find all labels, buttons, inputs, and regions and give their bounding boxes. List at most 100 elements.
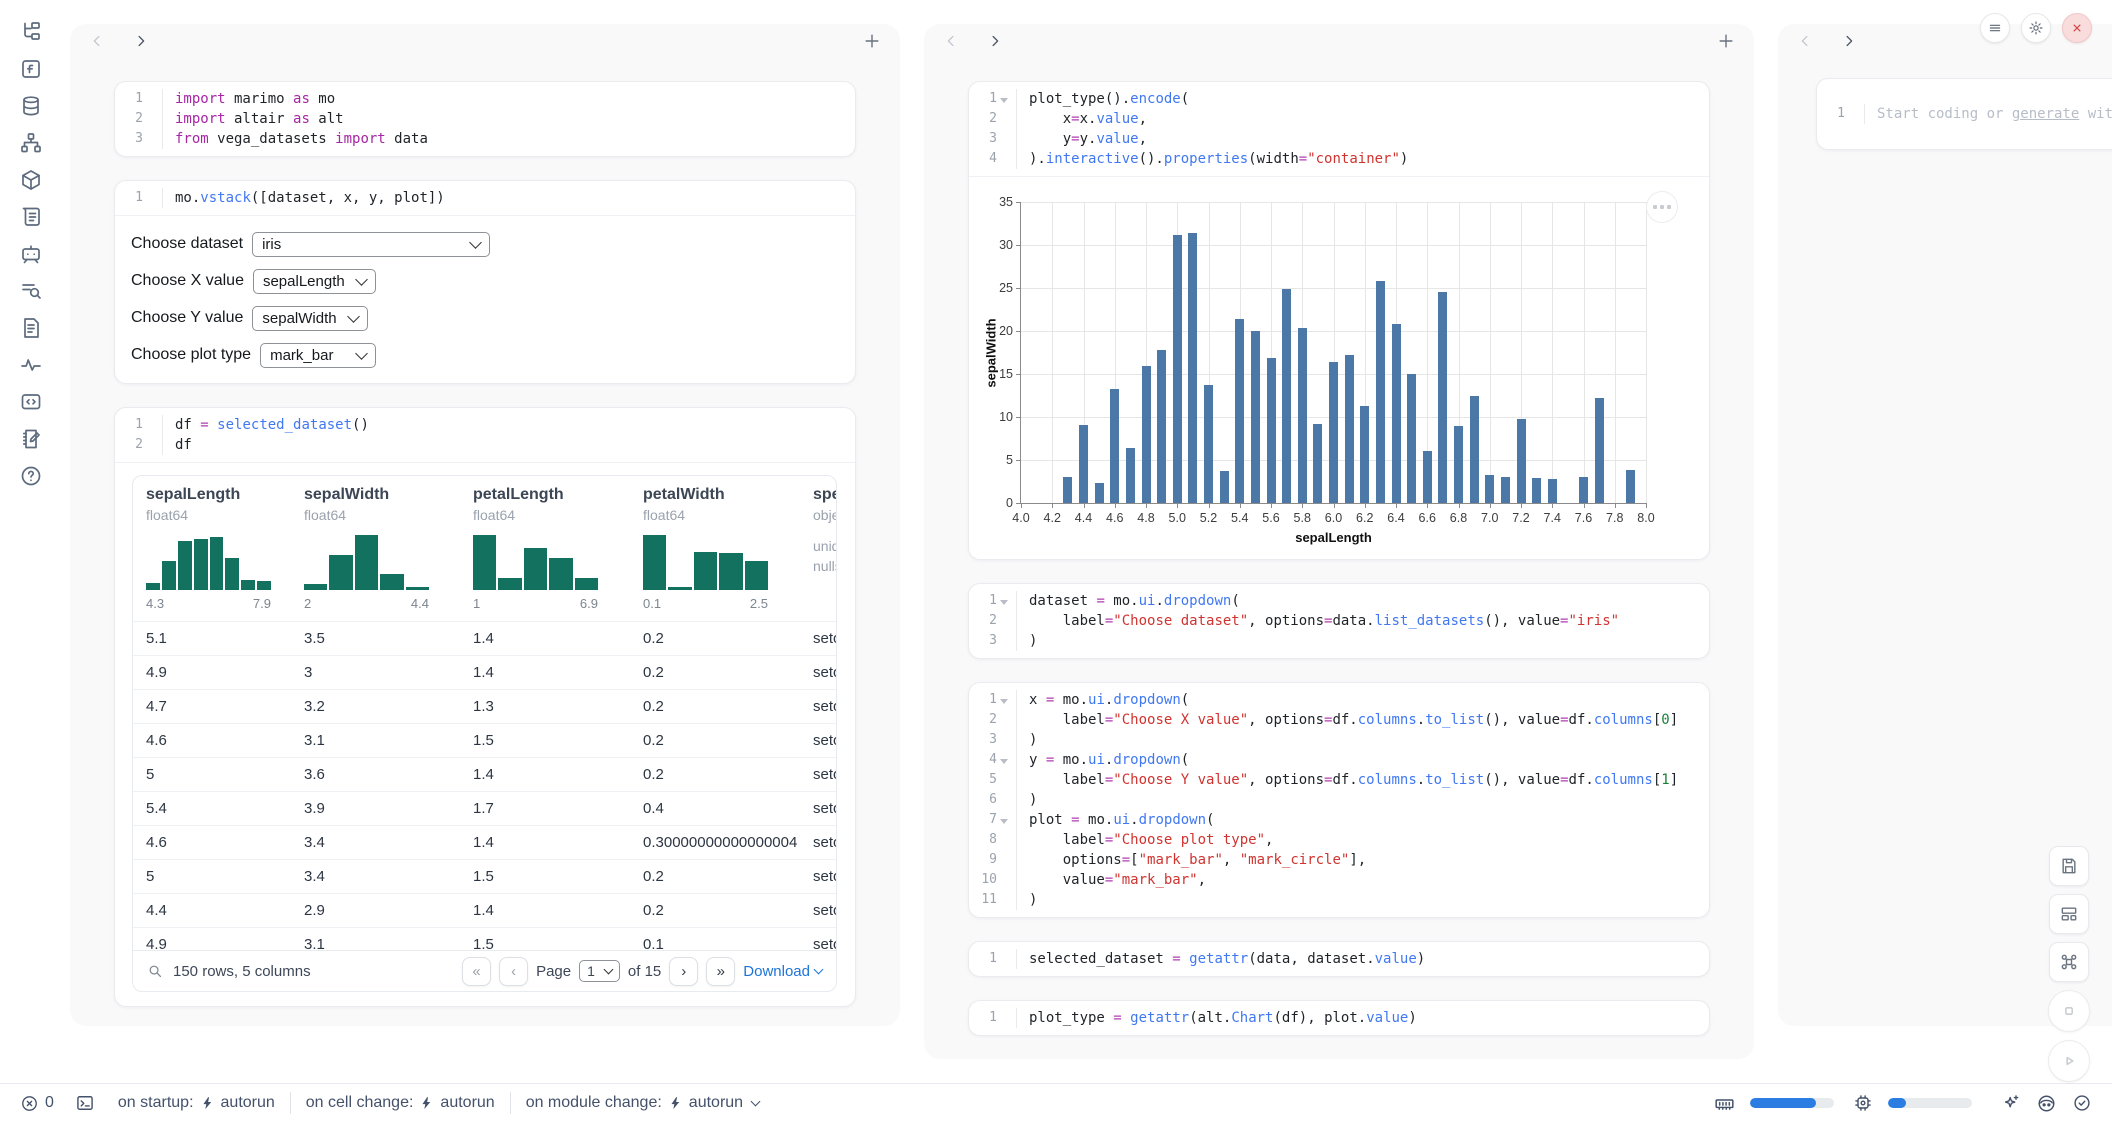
code-line[interactable]: 2df [115,435,855,455]
logs-icon[interactable] [19,279,43,303]
save-icon[interactable] [2049,846,2089,886]
code-line[interactable]: 2import altair as alt [115,109,855,129]
cell-plot[interactable]: 1plot_type().encode(2 x=x.value,3 y=y.va… [968,81,1710,560]
cell-dataset-dropdown[interactable]: 1dataset = mo.ui.dropdown(2 label="Choos… [968,583,1710,659]
cell-imports[interactable]: 1import marimo as mo2import altair as al… [114,81,856,157]
gear-icon[interactable] [2021,13,2051,43]
package-icon[interactable] [19,168,43,192]
column-next-icon[interactable] [1840,32,1858,50]
cell-vstack[interactable]: 1mo.vstack([dataset, x, y, plot]) Choose… [114,180,856,384]
code-line[interactable]: 5 label="Choose Y value", options=df.col… [969,770,1709,790]
line-number: 2 [115,109,143,129]
chart-output[interactable]: sepalWidth sepalLength 051015202530354.0… [969,177,1709,559]
documentation-icon[interactable] [19,316,43,340]
code-line[interactable]: 1mo.vstack([dataset, x, y, plot]) [115,188,855,208]
copilot-icon[interactable] [2036,1093,2057,1114]
run-icon[interactable] [2048,1040,2090,1082]
last-page-button[interactable]: » [706,957,735,986]
code-line[interactable]: 1import marimo as mo [115,89,855,109]
code-line[interactable]: 1x = mo.ui.dropdown( [969,690,1709,710]
error-count-indicator[interactable]: 0 [20,1094,54,1113]
dependency-graph-icon[interactable] [19,131,43,155]
keyboard-shortcuts-icon[interactable] [2049,942,2089,982]
download-button[interactable]: Download [743,963,822,980]
add-cell-icon[interactable] [862,31,882,51]
fold-toggle-icon[interactable] [997,89,1010,109]
fold-toggle-icon[interactable] [997,690,1010,710]
notebook-icon[interactable] [19,427,43,451]
dropdown-select[interactable]: iris [252,232,490,257]
code-line[interactable]: 4y = mo.ui.dropdown( [969,750,1709,770]
code-line[interactable]: 3) [969,631,1709,651]
ai-chat-icon[interactable] [19,242,43,266]
code-line[interactable]: 8 label="Choose plot type", [969,830,1709,850]
code-line[interactable]: 3 y=y.value, [969,129,1709,149]
scratchpad-icon[interactable] [19,205,43,229]
column-prev-icon[interactable] [942,32,960,50]
terminal-button[interactable] [75,1093,95,1113]
page-select[interactable]: 1 [579,960,620,982]
prev-page-button[interactable]: ‹ [499,957,528,986]
table-cell: 4.4 [146,894,167,927]
code-line[interactable]: 10 value="mark_bar", [969,870,1709,890]
column-prev-icon[interactable] [88,32,106,50]
cell-xy-plot-dropdowns[interactable]: 1x = mo.ui.dropdown(2 label="Choose X va… [968,682,1710,918]
column-prev-icon[interactable] [1796,32,1814,50]
database-icon[interactable] [19,94,43,118]
cell-dataframe[interactable]: 1df = selected_dataset()2df sepalLengthf… [114,407,856,1007]
fold-toggle-icon[interactable] [997,750,1010,770]
code-line[interactable]: 2 label="Choose dataset", options=data.l… [969,611,1709,631]
code-line[interactable]: 1dataset = mo.ui.dropdown( [969,591,1709,611]
code-line[interactable]: 7plot = mo.ui.dropdown( [969,810,1709,830]
column-next-icon[interactable] [132,32,150,50]
cell-selected-dataset[interactable]: 1selected_dataset = getattr(data, datase… [968,941,1710,977]
runtime-on-startup[interactable]: on startup: autorun [118,1094,275,1112]
code-line[interactable]: 1selected_dataset = getattr(data, datase… [969,949,1709,969]
ai-assistant-icon[interactable] [2001,1093,2021,1113]
file-tree-icon[interactable] [19,20,43,44]
code-line[interactable]: 4).interactive().properties(width="conta… [969,149,1709,169]
layout-icon[interactable] [2049,894,2089,934]
dropdown-select[interactable]: sepalWidth [252,306,368,331]
column-header[interactable]: species [813,486,837,504]
fold-toggle-icon[interactable] [997,810,1010,830]
first-page-button[interactable]: « [462,957,491,986]
chart-options-icon[interactable] [1646,191,1678,223]
column-header[interactable]: petalLength [473,486,564,504]
column-header[interactable]: sepalWidth [304,486,389,504]
code-line[interactable]: 2 x=x.value, [969,109,1709,129]
code-line[interactable]: 2 label="Choose X value", options=df.col… [969,710,1709,730]
code-line[interactable]: 3) [969,730,1709,750]
shutdown-icon[interactable] [2062,13,2092,43]
connection-status-icon[interactable] [2072,1093,2092,1113]
code-line[interactable]: 11) [969,890,1709,910]
column-header[interactable]: sepalLength [146,486,240,504]
code-line[interactable]: 1plot_type().encode( [969,89,1709,109]
cell-plot-type[interactable]: 1plot_type = getattr(alt.Chart(df), plot… [968,1000,1710,1036]
cell-empty-scratch[interactable]: 1Start coding or generate with AI [1816,78,2112,150]
code-line[interactable]: 1df = selected_dataset() [115,415,855,435]
table-cell: 3.1 [304,724,325,757]
add-cell-icon[interactable] [1716,31,1736,51]
tracing-icon[interactable] [19,353,43,377]
help-icon[interactable] [19,464,43,488]
runtime-on-cell-change[interactable]: on cell change: autorun [306,1094,495,1112]
snippets-icon[interactable] [19,390,43,414]
column-next-icon[interactable] [986,32,1004,50]
fold-toggle-icon[interactable] [997,591,1010,611]
runtime-on-module-change[interactable]: on module change: autorun [526,1094,759,1112]
search-icon[interactable] [147,963,164,980]
stop-icon[interactable] [2048,990,2090,1032]
dropdown-select[interactable]: mark_bar [260,343,376,368]
next-page-button[interactable]: › [669,957,698,986]
function-icon[interactable] [19,57,43,81]
code-line[interactable]: 1Start coding or generate with AI [1817,104,2112,124]
menu-icon[interactable] [1980,13,2010,43]
code-line[interactable]: 9 options=["mark_bar", "mark_circle"], [969,850,1709,870]
code-line[interactable]: 6) [969,790,1709,810]
bar-chart-plot-area[interactable]: sepalWidth sepalLength 051015202530354.0… [1020,202,1646,504]
code-line[interactable]: 3from vega_datasets import data [115,129,855,149]
code-line[interactable]: 1plot_type = getattr(alt.Chart(df), plot… [969,1008,1709,1028]
dropdown-select[interactable]: sepalLength [253,269,376,294]
column-header[interactable]: petalWidth [643,486,725,504]
